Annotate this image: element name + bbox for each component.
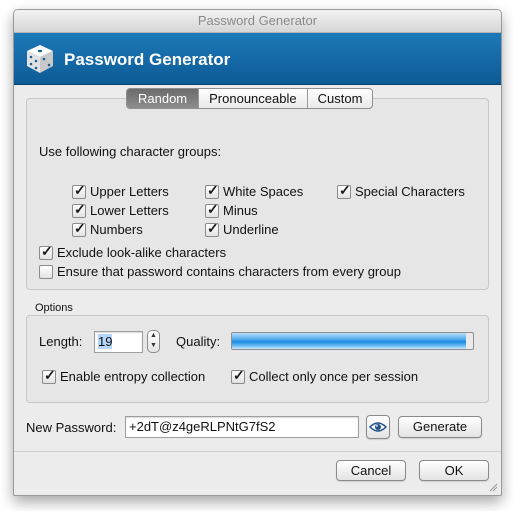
checkbox-white-spaces[interactable]: ✓ White Spaces	[205, 181, 304, 199]
window-title: Password Generator	[14, 10, 501, 33]
length-value: 19	[98, 334, 113, 349]
checkbox-label: Upper Letters	[90, 184, 169, 199]
checkmark-icon: ✓	[207, 219, 219, 236]
checkbox-box[interactable]: ✓	[205, 200, 219, 218]
header-banner: Password Generator	[14, 33, 501, 85]
quality-meter-fill	[232, 333, 466, 349]
ok-button[interactable]: OK	[419, 460, 489, 481]
quality-label: Quality:	[176, 334, 221, 349]
checkbox-box[interactable]: ✓	[337, 181, 351, 199]
new-password-label: New Password:	[26, 420, 117, 435]
checkbox-minus[interactable]: ✓ Minus	[205, 200, 258, 218]
stepper-down-icon[interactable]: ▼	[148, 341, 159, 351]
tab-custom[interactable]: Custom	[306, 89, 373, 108]
checkmark-icon: ✓	[233, 366, 245, 383]
quality-meter	[231, 332, 474, 350]
checkmark-icon: ✓	[74, 200, 86, 217]
checkbox-label: Exclude look-alike characters	[57, 245, 227, 260]
generate-button[interactable]: Generate	[398, 416, 482, 438]
checkbox-entropy[interactable]: ✓ Enable entropy collection	[42, 366, 206, 384]
checkbox-label: Numbers	[90, 222, 143, 237]
tab-random[interactable]: Random	[127, 89, 199, 108]
checkmark-icon: ✓	[339, 181, 351, 198]
checkbox-label: Lower Letters	[90, 203, 169, 218]
checkmark-icon: ✓	[44, 366, 56, 383]
checkbox-ensure-every-group[interactable]: Ensure that password contains characters…	[39, 264, 401, 279]
checkmark-icon: ✓	[74, 219, 86, 236]
password-generator-window: Password Generator Password Generator Ra…	[13, 9, 502, 496]
divider	[14, 451, 501, 452]
checkmark-icon: ✓	[207, 181, 219, 198]
checkbox-lower-letters[interactable]: ✓ Lower Letters	[72, 200, 169, 218]
checkbox-box[interactable]	[39, 264, 53, 279]
options-panel	[26, 315, 489, 403]
show-password-button[interactable]	[366, 415, 390, 439]
checkmark-icon: ✓	[207, 200, 219, 217]
checkmark-icon: ✓	[41, 242, 53, 259]
checkbox-box[interactable]: ✓	[231, 366, 245, 384]
eye-icon	[369, 422, 387, 432]
cancel-button[interactable]: Cancel	[336, 460, 406, 481]
checkbox-box[interactable]: ✓	[39, 242, 53, 260]
checkbox-box[interactable]: ✓	[72, 200, 86, 218]
checkbox-box[interactable]: ✓	[42, 366, 56, 384]
checkbox-box[interactable]: ✓	[205, 219, 219, 237]
checkbox-label: Minus	[223, 203, 258, 218]
checkbox-box[interactable]: ✓	[72, 181, 86, 199]
checkbox-label: Collect only once per session	[249, 369, 419, 384]
checkbox-underline[interactable]: ✓ Underline	[205, 219, 279, 237]
length-stepper[interactable]: ▲ ▼	[147, 330, 160, 353]
mode-segmented-control: Random Pronounceable Custom	[126, 88, 374, 109]
checkbox-collect-once[interactable]: ✓ Collect only once per session	[231, 366, 419, 384]
resize-grip-icon[interactable]	[488, 482, 498, 492]
checkmark-icon: ✓	[74, 181, 86, 198]
checkbox-box[interactable]: ✓	[72, 219, 86, 237]
options-title: Options	[35, 302, 73, 314]
stepper-up-icon[interactable]: ▲	[148, 331, 159, 341]
checkbox-label: White Spaces	[223, 184, 304, 199]
checkbox-label: Special Characters	[355, 184, 465, 199]
length-input[interactable]: 19	[94, 331, 143, 353]
checkbox-label: Underline	[223, 222, 279, 237]
checkbox-label: Ensure that password contains characters…	[57, 264, 401, 279]
new-password-field[interactable]: +2dT@z4geRLPNtG7fS2	[125, 416, 359, 438]
checkbox-numbers[interactable]: ✓ Numbers	[72, 219, 143, 237]
dice-icon	[27, 45, 53, 73]
length-label: Length:	[39, 334, 83, 349]
tab-pronounceable[interactable]: Pronounceable	[198, 89, 306, 108]
checkbox-upper-letters[interactable]: ✓ Upper Letters	[72, 181, 169, 199]
groups-heading: Use following character groups:	[39, 144, 222, 159]
checkbox-label: Enable entropy collection	[60, 369, 206, 384]
checkbox-box[interactable]: ✓	[205, 181, 219, 199]
header-title: Password Generator	[64, 50, 231, 69]
checkbox-special-characters[interactable]: ✓ Special Characters	[337, 181, 465, 199]
checkbox-exclude-lookalike[interactable]: ✓ Exclude look-alike characters	[39, 242, 227, 260]
